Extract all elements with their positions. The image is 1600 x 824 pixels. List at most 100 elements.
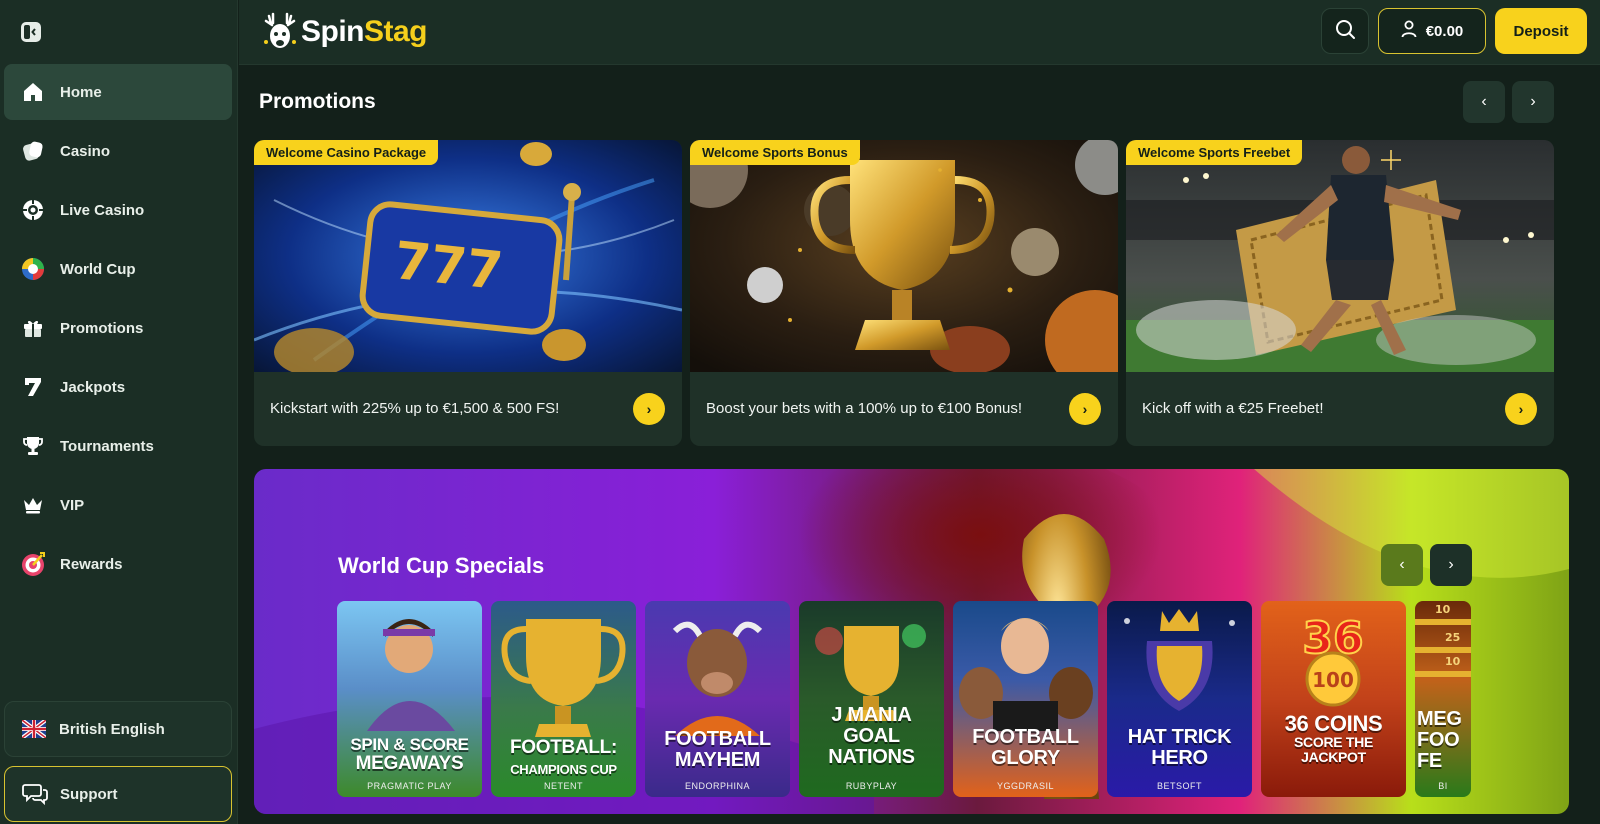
game-tile[interactable]: FOOTBALL MAYHEM ENDORPHINA [645, 601, 790, 797]
world-cup-next-button[interactable]: › [1430, 544, 1472, 586]
home-icon [20, 79, 46, 105]
game-title-line2: GOAL NATIONS [828, 725, 915, 768]
game-provider: NETENT [544, 781, 583, 791]
support-button[interactable]: Support [4, 766, 232, 822]
language-selector[interactable]: British English [4, 701, 232, 757]
chat-icon [22, 782, 48, 806]
sidebar-item-label: Tournaments [60, 437, 154, 455]
sidebar-nav: Home Casino Live Casino World Cup Promot… [4, 64, 232, 595]
casino-icon [20, 138, 46, 164]
seven-icon [20, 374, 46, 400]
chevron-right-icon: › [1448, 556, 1454, 573]
gift-icon [20, 315, 46, 341]
game-title-line2: MAYHEM [674, 749, 761, 771]
chevron-right-icon[interactable]: › [1505, 393, 1537, 425]
game-title-line1: MEG [1417, 708, 1462, 730]
game-provider: BI [1438, 781, 1448, 791]
world-cup-prev-button[interactable]: ‹ [1381, 544, 1423, 586]
promo-badge: Welcome Casino Package [254, 140, 439, 165]
svg-text:25: 25 [1445, 631, 1460, 644]
game-title-line2: HERO [1151, 747, 1208, 769]
promo-text: Boost your bets with a 100% up to €100 B… [706, 400, 1023, 417]
language-label: British English [59, 720, 165, 738]
live-casino-icon [20, 197, 46, 223]
game-title-line2: GLORY [991, 747, 1060, 769]
trophy-icon [20, 433, 46, 459]
sidebar-item-label: Home [60, 83, 102, 101]
sidebar-item-vip[interactable]: VIP [4, 477, 232, 533]
promo-card-freebet[interactable]: Welcome Sports Freebet Kick off with a €… [1126, 140, 1554, 446]
chevron-left-icon: ‹ [1481, 93, 1487, 110]
game-title-line2: FOO FE [1417, 729, 1460, 772]
sidebar-item-promotions[interactable]: Promotions [4, 300, 232, 356]
logo-text: SpinStag [301, 15, 428, 48]
game-provider: BETSOFT [1156, 781, 1202, 791]
game-title-line2: SCORE THE JACKPOT [1294, 734, 1373, 765]
world-cup-icon [20, 256, 46, 282]
sidebar-item-casino[interactable]: Casino [4, 123, 232, 179]
sidebar-item-label: Jackpots [60, 378, 126, 396]
world-cup-banner: World Cup Specials ‹ › SPIN & SCORE MEGAW… [254, 469, 1569, 814]
promo-badge: Welcome Sports Bonus [690, 140, 860, 165]
sidebar-item-home[interactable]: Home [4, 64, 232, 120]
world-cup-title: World Cup Specials [338, 553, 545, 578]
logo[interactable]: SpinStag [261, 10, 428, 54]
game-tile[interactable]: SPIN & SCORE MEGAWAYS PRAGMATIC PLAY [337, 601, 482, 797]
chevron-left-icon: ‹ [1399, 556, 1405, 573]
sidebar-item-world-cup[interactable]: World Cup [4, 241, 232, 297]
sidebar-item-label: World Cup [60, 260, 136, 278]
svg-text:777: 777 [391, 231, 505, 302]
sidebar-collapse-icon[interactable] [19, 20, 43, 44]
game-provider: PRAGMATIC PLAY [367, 781, 452, 791]
stag-logo-icon [261, 12, 299, 52]
sidebar-item-label: Casino [60, 142, 111, 160]
game-tile[interactable]: 36 100 36 COINS SCORE THE JACKPOT [1261, 601, 1406, 797]
footballer-image [1126, 140, 1554, 372]
game-provider: RUBYPLAY [845, 781, 898, 791]
game-tile[interactable]: HAT TRICK HERO BETSOFT [1107, 601, 1252, 797]
promotions-prev-button[interactable]: ‹ [1463, 81, 1505, 123]
game-tile[interactable]: J MANIA GOAL NATIONS RUBYPLAY [799, 601, 944, 797]
uk-flag-icon [20, 718, 48, 740]
sidebar-item-jackpots[interactable]: Jackpots [4, 359, 232, 415]
game-art: 36100 [1301, 612, 1365, 707]
game-title-line1: J MANIA [831, 704, 912, 726]
promo-text: Kickstart with 225% up to €1,500 & 500 F… [270, 400, 560, 417]
sidebar-item-label: Promotions [60, 319, 144, 337]
deposit-button[interactable]: Deposit [1495, 8, 1587, 54]
promo-card-casino[interactable]: 777 Welcome Casino Package Kickstart wit… [254, 140, 682, 446]
search-button[interactable] [1321, 8, 1369, 54]
balance-button[interactable]: €0.00 [1378, 8, 1486, 54]
top-header: SpinStag €0.00 Deposit [239, 0, 1600, 65]
sidebar: Home Casino Live Casino World Cup Promot… [0, 0, 238, 824]
sidebar-item-label: Live Casino [60, 201, 145, 219]
search-icon [1334, 18, 1356, 45]
sidebar-item-label: VIP [60, 496, 85, 514]
game-tile[interactable]: 10 25 10 MEG FOO FE BI [1415, 601, 1471, 797]
game-tile[interactable]: FOOTBALL: CHAMPIONS CUP NETENT [491, 601, 636, 797]
sidebar-item-tournaments[interactable]: Tournaments [4, 418, 232, 474]
promo-card-sports-bonus[interactable]: Welcome Sports Bonus Boost your bets wit… [690, 140, 1118, 446]
chevron-right-icon[interactable]: › [1069, 393, 1101, 425]
crown-icon [20, 492, 46, 518]
promo-text: Kick off with a €25 Freebet! [1142, 400, 1324, 417]
promotions-title: Promotions [259, 90, 376, 113]
slot-machine-image: 777 [254, 140, 682, 372]
promo-badge: Welcome Sports Freebet [1126, 140, 1303, 165]
game-title-line2: CHAMPIONS CUP [510, 762, 617, 777]
promotions-next-button[interactable]: › [1512, 81, 1554, 123]
game-provider: ENDORPHINA [684, 781, 750, 791]
trophy-image [690, 140, 1118, 372]
sidebar-item-label: Rewards [60, 555, 123, 573]
target-icon [20, 551, 46, 577]
game-provider: YGGDRASIL [996, 781, 1054, 791]
balance-amount: €0.00 [1425, 22, 1464, 40]
game-title-line1: SPIN & SCORE [350, 735, 469, 754]
game-tile[interactable]: FOOTBALL GLORY YGGDRASIL [953, 601, 1098, 797]
svg-text:100: 100 [1312, 668, 1354, 692]
sidebar-item-rewards[interactable]: Rewards [4, 536, 232, 592]
svg-text:10: 10 [1435, 603, 1451, 616]
chevron-right-icon[interactable]: › [633, 393, 665, 425]
sidebar-item-live-casino[interactable]: Live Casino [4, 182, 232, 238]
game-title-line1: FOOTBALL [664, 728, 771, 750]
